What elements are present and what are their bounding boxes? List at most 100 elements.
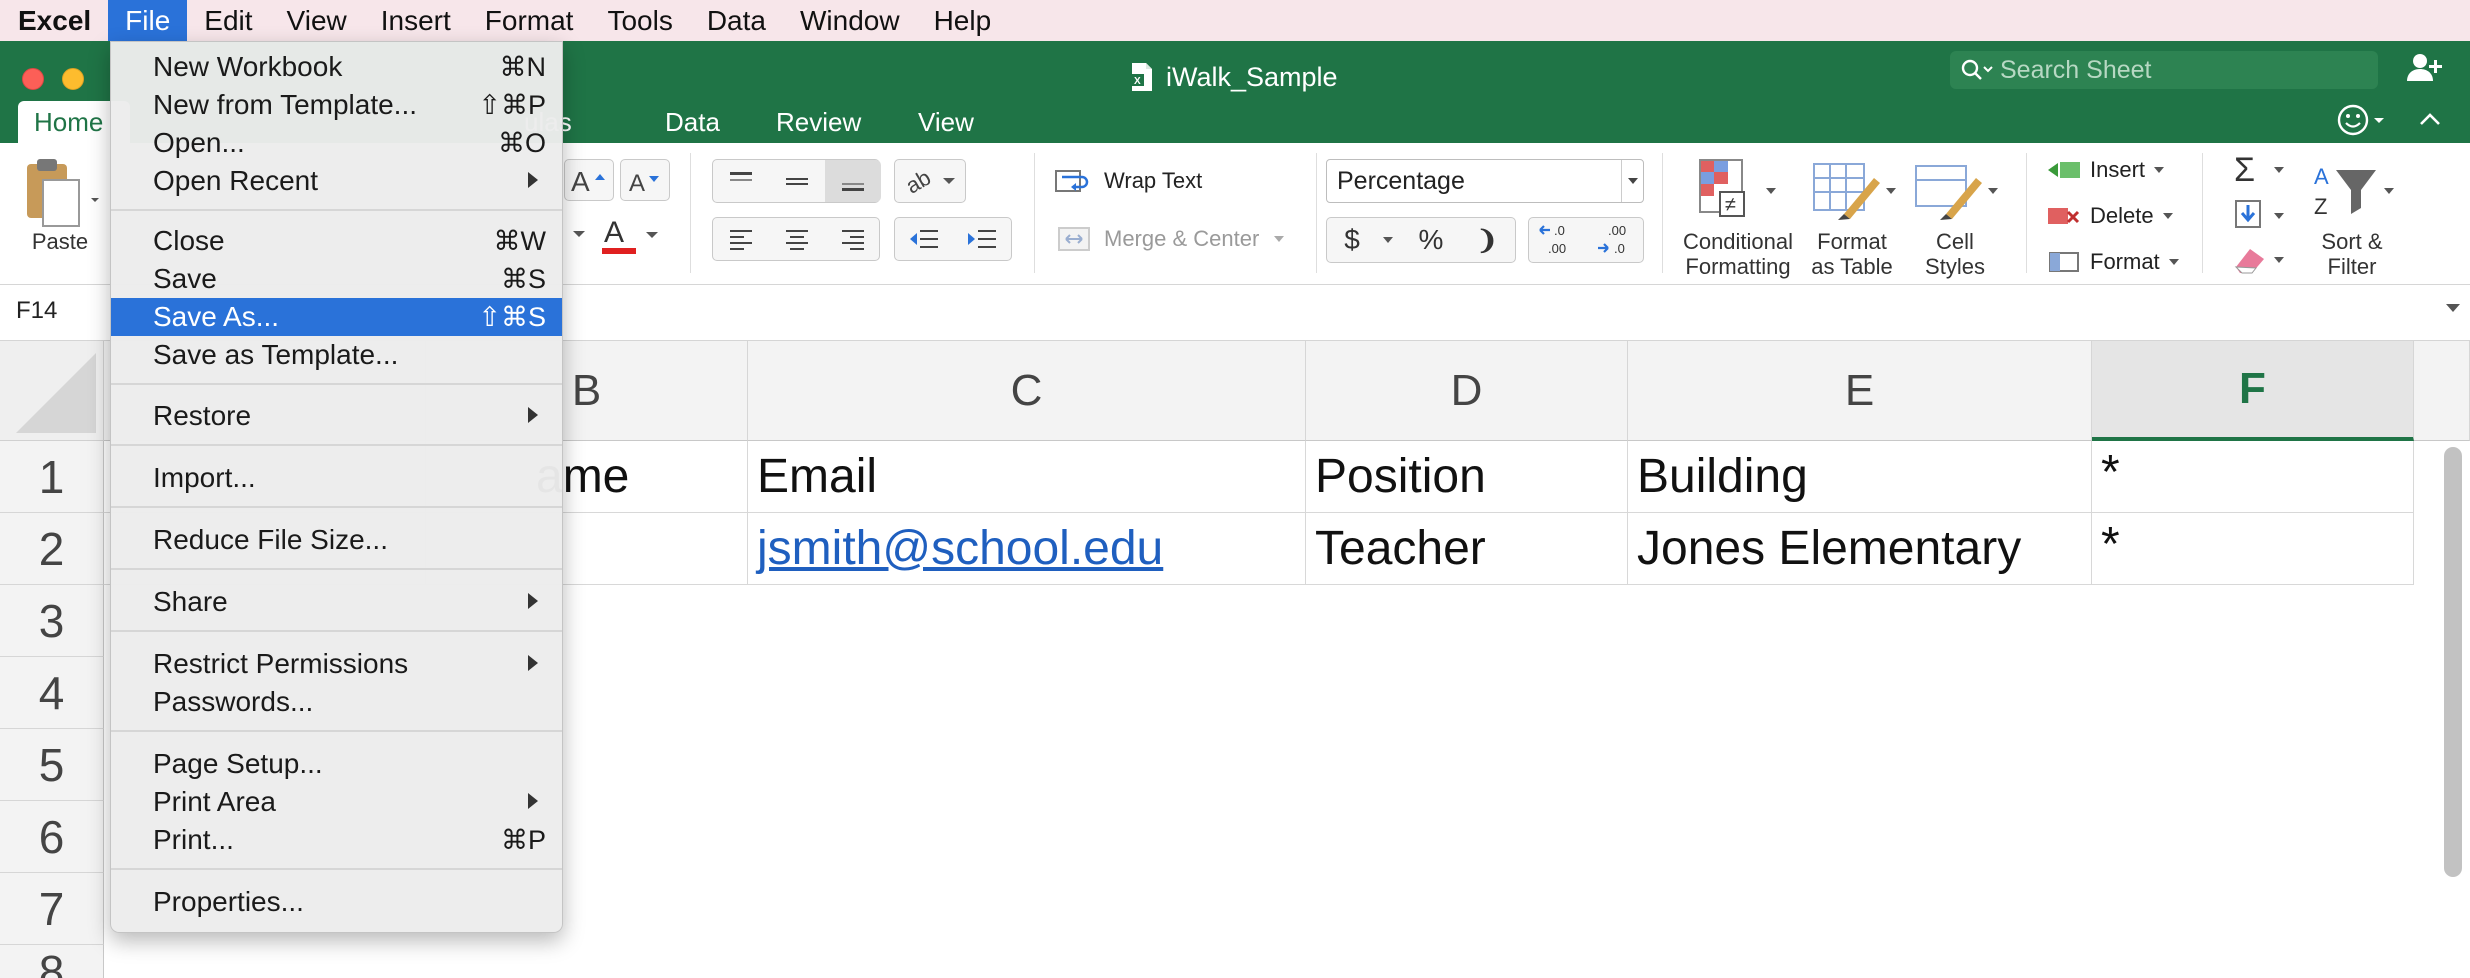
accounting-dropdown[interactable]	[1377, 218, 1399, 262]
column-header-c[interactable]: C	[748, 341, 1306, 441]
increase-indent-button[interactable]	[953, 218, 1011, 260]
close-window-button[interactable]	[22, 68, 44, 90]
menu-item-open[interactable]: Open... ⌘O	[111, 124, 562, 162]
accounting-format-button[interactable]: $	[1327, 218, 1377, 262]
search-sheet-box[interactable]	[1950, 51, 2378, 89]
select-all-corner[interactable]	[0, 341, 104, 441]
excel-file-icon: X	[1130, 62, 1154, 92]
menu-item-print-area[interactable]: Print Area	[111, 783, 562, 821]
collapse-ribbon-icon[interactable]	[2418, 107, 2442, 131]
column-header-d[interactable]: D	[1306, 341, 1628, 441]
cell-c2[interactable]: jsmith@school.edu	[748, 513, 1306, 585]
menu-item-import[interactable]: Import...	[111, 459, 562, 497]
row-header-6[interactable]: 6	[0, 801, 104, 873]
cell-styles-button[interactable]	[1912, 157, 2002, 225]
menubar-file[interactable]: File	[108, 0, 188, 41]
merge-center-button[interactable]: Merge & Center	[1058, 219, 1298, 259]
clear-button[interactable]	[2232, 239, 2292, 279]
decrease-font-size-button[interactable]: A	[620, 159, 670, 201]
feedback-smiley-icon[interactable]	[2336, 103, 2386, 137]
tab-review[interactable]: Review	[760, 101, 877, 143]
column-header-e[interactable]: E	[1628, 341, 2092, 441]
row-header-4[interactable]: 4	[0, 657, 104, 729]
row-header-7[interactable]: 7	[0, 873, 104, 945]
chevron-down-icon	[1382, 235, 1394, 245]
menubar-insert[interactable]: Insert	[364, 0, 468, 41]
wrap-text-button[interactable]: Wrap Text	[1054, 161, 1254, 201]
format-as-table-button[interactable]	[1810, 157, 1900, 225]
menubar-edit[interactable]: Edit	[187, 0, 269, 41]
autosum-button[interactable]: Σ	[2232, 149, 2292, 189]
cell-d1[interactable]: Position	[1306, 441, 1628, 513]
align-top-button[interactable]	[713, 160, 769, 202]
menubar-tools[interactable]: Tools	[590, 0, 689, 41]
menu-item-print[interactable]: Print... ⌘P	[111, 821, 562, 859]
increase-font-size-button[interactable]: A	[564, 159, 614, 201]
decrease-decimal-button[interactable]: .00.0	[1587, 218, 1645, 262]
menu-item-save-as[interactable]: Save As... ⇧⌘S	[111, 298, 562, 336]
cell-e2[interactable]: Jones Elementary	[1628, 513, 2092, 585]
tab-data[interactable]: Data	[649, 101, 736, 143]
menu-item-new-workbook[interactable]: New Workbook ⌘N	[111, 48, 562, 86]
cell-c1[interactable]: Email	[748, 441, 1306, 513]
cell-styles-icon	[1912, 158, 2002, 224]
minimize-window-button[interactable]	[62, 68, 84, 90]
paste-button[interactable]	[16, 153, 106, 233]
menu-item-save[interactable]: Save ⌘S	[111, 260, 562, 298]
sort-filter-button[interactable]: AZ	[2310, 157, 2400, 225]
vertical-scrollbar[interactable]	[2444, 447, 2462, 877]
column-header-f[interactable]: F	[2092, 341, 2414, 441]
decrease-indent-button[interactable]	[895, 218, 953, 260]
percent-style-button[interactable]: %	[1403, 218, 1459, 262]
align-left-button[interactable]	[713, 218, 769, 260]
menu-item-restrict-permissions[interactable]: Restrict Permissions	[111, 645, 562, 683]
font-color-button[interactable]: A	[600, 211, 660, 257]
row-header-8[interactable]: 8	[0, 945, 104, 978]
row-header-2[interactable]: 2	[0, 513, 104, 585]
column-header-g[interactable]	[2414, 341, 2470, 441]
menu-item-share[interactable]: Share	[111, 583, 562, 621]
menu-item-properties[interactable]: Properties...	[111, 883, 562, 921]
cell-e1[interactable]: Building	[1628, 441, 2092, 513]
search-sheet-input[interactable]	[2000, 55, 2378, 85]
row-header-1[interactable]: 1	[0, 441, 104, 513]
comma-style-button[interactable]: ❩	[1459, 218, 1515, 262]
align-right-button[interactable]	[825, 218, 881, 260]
tab-view[interactable]: View	[902, 101, 990, 143]
menubar-help[interactable]: Help	[917, 0, 1009, 41]
row-header-3[interactable]: 3	[0, 585, 104, 657]
menu-item-restore[interactable]: Restore	[111, 397, 562, 435]
menubar-data[interactable]: Data	[690, 0, 783, 41]
row-header-5[interactable]: 5	[0, 729, 104, 801]
orientation-button[interactable]: ab	[894, 159, 966, 203]
align-bottom-button[interactable]	[825, 160, 881, 202]
insert-cells-button[interactable]: Insert	[2046, 153, 2186, 187]
menubar-window[interactable]: Window	[783, 0, 917, 41]
name-box[interactable]: F14	[16, 297, 57, 325]
cell-f2[interactable]: *	[2092, 513, 2414, 585]
menu-item-close[interactable]: Close ⌘W	[111, 222, 562, 260]
svg-text:ab: ab	[903, 165, 935, 198]
menu-item-page-setup[interactable]: Page Setup...	[111, 745, 562, 783]
menu-item-new-from-template[interactable]: New from Template... ⇧⌘P	[111, 86, 562, 124]
align-center-button[interactable]	[769, 218, 825, 260]
align-middle-button[interactable]	[769, 160, 825, 202]
menubar-view[interactable]: View	[270, 0, 364, 41]
delete-cells-button[interactable]: Delete	[2046, 199, 2186, 233]
conditional-formatting-button[interactable]: ≠	[1680, 157, 1780, 225]
expand-formula-bar-icon[interactable]	[2444, 301, 2462, 315]
menu-item-save-as-template[interactable]: Save as Template...	[111, 336, 562, 374]
menu-item-reduce-file-size[interactable]: Reduce File Size...	[111, 521, 562, 559]
fill-button[interactable]	[2232, 195, 2292, 235]
underline-dropdown-button[interactable]	[564, 213, 594, 255]
menu-item-open-recent[interactable]: Open Recent	[111, 162, 562, 200]
add-person-icon[interactable]	[2404, 51, 2444, 83]
format-cells-button[interactable]: Format	[2046, 245, 2186, 279]
cell-d2[interactable]: Teacher	[1306, 513, 1628, 585]
menubar-app-excel[interactable]: Excel	[0, 0, 108, 41]
cell-f1[interactable]: *	[2092, 441, 2414, 513]
increase-decimal-button[interactable]: .0.00	[1529, 218, 1587, 262]
menu-item-passwords[interactable]: Passwords...	[111, 683, 562, 721]
number-format-dropdown[interactable]: Percentage	[1326, 159, 1644, 203]
menubar-format[interactable]: Format	[468, 0, 591, 41]
